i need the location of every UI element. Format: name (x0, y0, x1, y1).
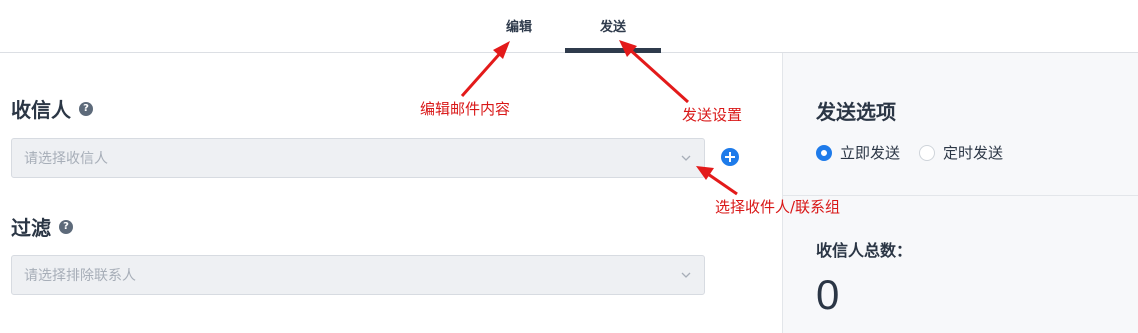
add-recipient-button[interactable] (721, 148, 739, 166)
recipients-title: 收信人 (11, 98, 71, 122)
radio-send-scheduled[interactable]: 定时发送 (919, 142, 1003, 163)
filter-title: 过滤 (11, 216, 51, 240)
send-options-panel: 发送选项 立即发送 定时发送 收信人总数： 0 (782, 53, 1138, 333)
recipients-heading: 收信人 ? (11, 94, 93, 123)
tab-send[interactable]: 发送 (565, 0, 661, 53)
page: 编辑 发送 收信人 ? 请选择收信人 过滤 ? 请选择排除联系人 发送选项 立即… (0, 0, 1138, 333)
exclude-placeholder: 请选择排除联系人 (24, 268, 136, 284)
arrow-line (626, 46, 690, 104)
recipient-total-count: 0 (816, 271, 840, 318)
active-tab-indicator (565, 48, 661, 53)
exclude-contacts-select[interactable]: 请选择排除联系人 (11, 255, 705, 295)
question-icon[interactable]: ? (59, 219, 73, 234)
question-icon[interactable]: ? (79, 101, 93, 116)
annotation-send-settings: 发送设置 (682, 106, 743, 124)
chevron-down-icon (681, 272, 691, 278)
send-options-title: 发送选项 (816, 100, 896, 124)
radio-unchecked-icon[interactable] (919, 144, 935, 161)
chevron-down-icon (681, 155, 691, 161)
radio-send-now[interactable]: 立即发送 (816, 142, 900, 163)
annotation-edit-content: 编辑邮件内容 (420, 100, 511, 118)
filter-heading: 过滤 ? (11, 212, 73, 241)
radio-send-now-label: 立即发送 (840, 144, 901, 162)
arrow-line (704, 170, 738, 196)
radio-checked-icon[interactable] (816, 144, 832, 161)
recipients-select[interactable]: 请选择收信人 (11, 138, 705, 178)
tab-edit[interactable]: 编辑 (490, 0, 548, 53)
recipient-total-label: 收信人总数： (816, 241, 913, 260)
radio-send-scheduled-label: 定时发送 (943, 144, 1004, 162)
arrow-line (460, 49, 505, 97)
annotation-select-recipients: 选择收件人/联系组 (715, 198, 841, 216)
tab-bar: 编辑 发送 (0, 0, 1138, 53)
recipients-placeholder: 请选择收信人 (24, 151, 108, 167)
